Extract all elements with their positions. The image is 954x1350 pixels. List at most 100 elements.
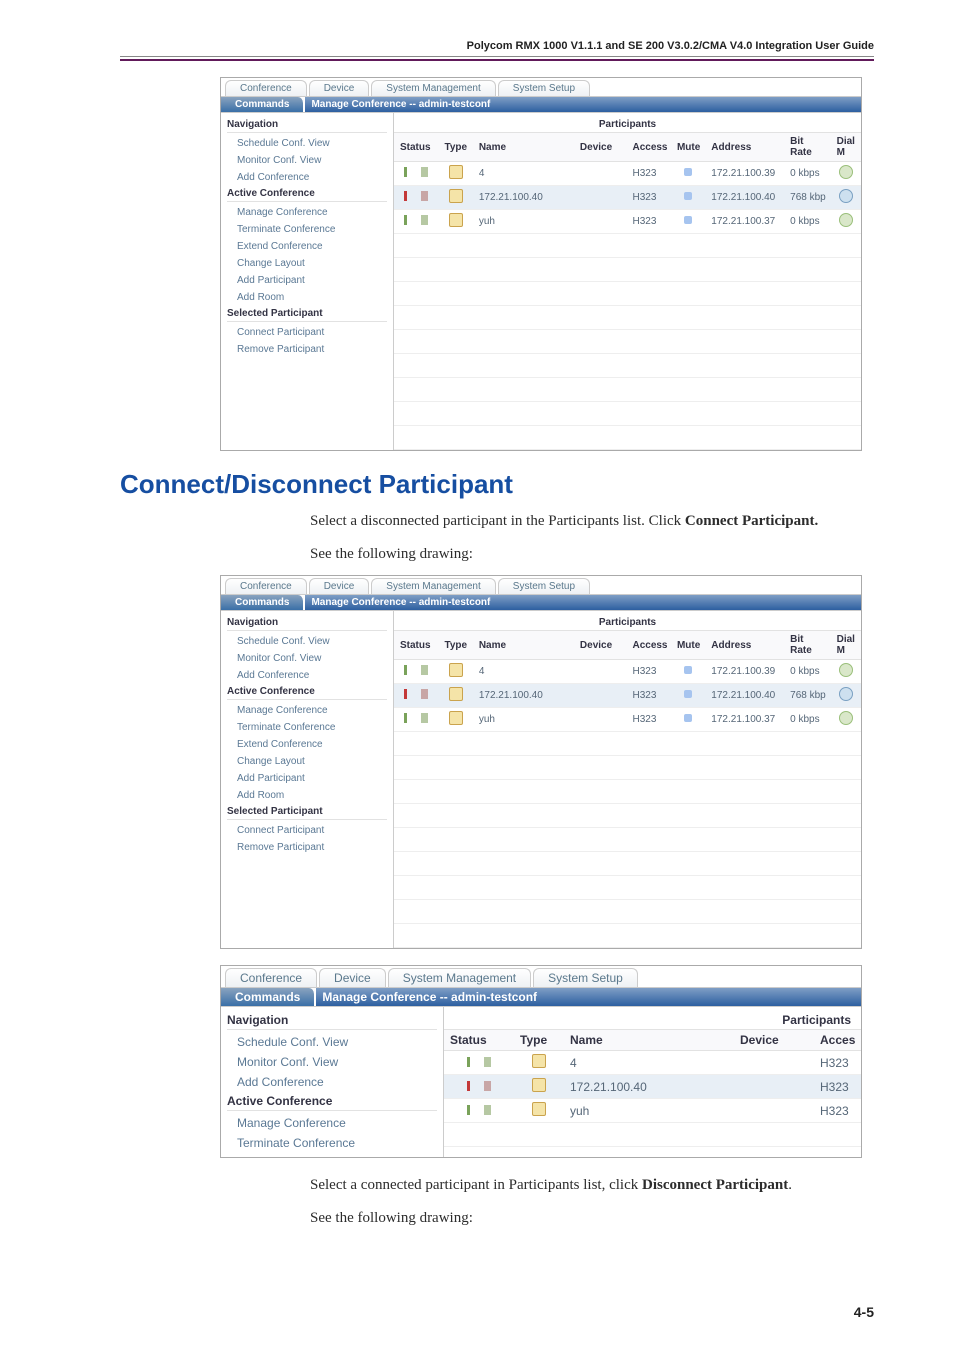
- tab-device[interactable]: Device: [319, 968, 386, 987]
- col-device[interactable]: Device: [574, 133, 627, 162]
- col-status[interactable]: Status: [394, 133, 438, 162]
- table-row[interactable]: 4H323172.21.100.390 kbps: [394, 162, 861, 186]
- cell-name: 4: [473, 660, 574, 684]
- commands-tab[interactable]: Commands: [221, 988, 315, 1006]
- table-row: [394, 354, 861, 378]
- sidebar-schedule-view[interactable]: Schedule Conf. View: [227, 633, 387, 650]
- sidebar-add-conference[interactable]: Add Conference: [227, 169, 387, 186]
- tab-device[interactable]: Device: [309, 80, 370, 96]
- table-row[interactable]: yuhH323172.21.100.370 kbps: [394, 708, 861, 732]
- sidebar-terminate-conference[interactable]: Terminate Conference: [227, 221, 387, 238]
- col-dial[interactable]: Dial M: [831, 631, 861, 660]
- col-bitrate[interactable]: Bit Rate: [784, 133, 830, 162]
- col-mute[interactable]: Mute: [671, 631, 705, 660]
- sidebar-monitor-view[interactable]: Monitor Conf. View: [227, 1052, 437, 1072]
- dial-icon: [839, 687, 853, 701]
- active-conf-header: Active Conference: [227, 1092, 437, 1111]
- col-status[interactable]: Status: [444, 1030, 514, 1051]
- tab-conference[interactable]: Conference: [225, 578, 307, 594]
- table-row[interactable]: 172.21.100.40H323172.21.100.40768 kbp: [394, 684, 861, 708]
- mute-icon: [684, 168, 692, 176]
- col-type[interactable]: Type: [514, 1030, 564, 1051]
- active-conf-header: Active Conference: [227, 186, 387, 202]
- col-device[interactable]: Device: [574, 631, 627, 660]
- tab-sys-mgmt[interactable]: System Management: [371, 80, 496, 96]
- col-mute[interactable]: Mute: [671, 133, 705, 162]
- tab-sys-setup[interactable]: System Setup: [498, 80, 590, 96]
- sidebar-schedule-view[interactable]: Schedule Conf. View: [227, 135, 387, 152]
- commands-tab[interactable]: Commands: [221, 595, 304, 610]
- table-row[interactable]: 172.21.100.40H323172.21.100.40768 kbp: [394, 186, 861, 210]
- sidebar-manage-conference[interactable]: Manage Conference: [227, 204, 387, 221]
- sidebar-add-conference[interactable]: Add Conference: [227, 667, 387, 684]
- tab-sys-mgmt[interactable]: System Management: [388, 968, 531, 987]
- sidebar-add-conference[interactable]: Add Conference: [227, 1072, 437, 1092]
- body-p3: Select a connected participant in Partic…: [310, 1174, 874, 1197]
- sidebar-remove-participant[interactable]: Remove Participant: [227, 839, 387, 856]
- table-row: [394, 732, 861, 756]
- table-row[interactable]: yuhH323172.21.100.370 kbps: [394, 210, 861, 234]
- col-address[interactable]: Address: [705, 631, 784, 660]
- cell-bitrate: 0 kbps: [784, 162, 830, 186]
- tab-sys-setup[interactable]: System Setup: [498, 578, 590, 594]
- sidebar-add-room[interactable]: Add Room: [227, 787, 387, 804]
- cell-address: 172.21.100.39: [705, 162, 784, 186]
- col-status[interactable]: Status: [394, 631, 438, 660]
- col-access[interactable]: Acces: [814, 1030, 861, 1051]
- dial-icon: [839, 189, 853, 203]
- tab-device[interactable]: Device: [309, 578, 370, 594]
- tab-conference[interactable]: Conference: [225, 968, 317, 987]
- col-name[interactable]: Name: [473, 133, 574, 162]
- sidebar-manage-conference[interactable]: Manage Conference: [227, 1113, 437, 1133]
- status-icon: [404, 713, 428, 723]
- cell-access: H323: [626, 210, 670, 234]
- selected-participant-header: Selected Participant: [227, 804, 387, 820]
- person-icon: [449, 711, 463, 725]
- tab-sys-mgmt[interactable]: System Management: [371, 578, 496, 594]
- sidebar-monitor-view[interactable]: Monitor Conf. View: [227, 152, 387, 169]
- cell-address: 172.21.100.39: [705, 660, 784, 684]
- table-header-row: Status Type Name Device Access Mute Addr…: [394, 133, 861, 162]
- status-icon: [404, 665, 428, 675]
- table-row[interactable]: yuhH323: [444, 1099, 861, 1123]
- sidebar-change-layout[interactable]: Change Layout: [227, 753, 387, 770]
- cell-name: 172.21.100.40: [564, 1075, 734, 1099]
- tab-conference[interactable]: Conference: [225, 80, 307, 96]
- sidebar-extend-conference[interactable]: Extend Conference: [227, 238, 387, 255]
- sidebar-schedule-view[interactable]: Schedule Conf. View: [227, 1032, 437, 1052]
- table-row[interactable]: 4H323172.21.100.390 kbps: [394, 660, 861, 684]
- table-row: [394, 234, 861, 258]
- col-access[interactable]: Access: [626, 631, 670, 660]
- table-row[interactable]: 172.21.100.40H323: [444, 1075, 861, 1099]
- sidebar-manage-conference[interactable]: Manage Conference: [227, 702, 387, 719]
- col-address[interactable]: Address: [705, 133, 784, 162]
- col-device[interactable]: Device: [734, 1030, 814, 1051]
- cell-bitrate: 0 kbps: [784, 660, 830, 684]
- sidebar-change-layout[interactable]: Change Layout: [227, 255, 387, 272]
- sidebar-remove-participant[interactable]: Remove Participant: [227, 341, 387, 358]
- sidebar-connect-participant[interactable]: Connect Participant: [227, 822, 387, 839]
- tab-sys-setup[interactable]: System Setup: [533, 968, 638, 987]
- sidebar-connect-participant[interactable]: Connect Participant: [227, 324, 387, 341]
- col-name[interactable]: Name: [473, 631, 574, 660]
- table-row: [394, 282, 861, 306]
- sidebar-extend-conference[interactable]: Extend Conference: [227, 736, 387, 753]
- table-row[interactable]: 4H323: [444, 1051, 861, 1075]
- col-type[interactable]: Type: [438, 631, 472, 660]
- sidebar-add-participant[interactable]: Add Participant: [227, 272, 387, 289]
- col-dial[interactable]: Dial M: [831, 133, 861, 162]
- col-bitrate[interactable]: Bit Rate: [784, 631, 830, 660]
- person-icon: [449, 189, 463, 203]
- col-type[interactable]: Type: [438, 133, 472, 162]
- sidebar-terminate-conference[interactable]: Terminate Conference: [227, 1133, 437, 1153]
- col-access[interactable]: Access: [626, 133, 670, 162]
- sidebar-add-participant[interactable]: Add Participant: [227, 770, 387, 787]
- mute-icon: [684, 666, 692, 674]
- commands-tab[interactable]: Commands: [221, 97, 304, 112]
- col-name[interactable]: Name: [564, 1030, 734, 1051]
- sidebar-terminate-conference[interactable]: Terminate Conference: [227, 719, 387, 736]
- sidebar-add-room[interactable]: Add Room: [227, 289, 387, 306]
- sidebar-monitor-view[interactable]: Monitor Conf. View: [227, 650, 387, 667]
- table-header-row: Status Type Name Device Acces: [444, 1030, 861, 1051]
- table-row: [394, 876, 861, 900]
